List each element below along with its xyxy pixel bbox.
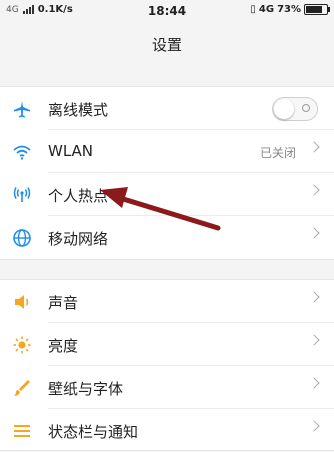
airplane-mode-label: 离线模式 (48, 101, 109, 119)
wallpaper-font-label: 壁纸与字体 (48, 380, 124, 398)
battery-percent: 73% (277, 4, 301, 15)
hotspot-icon (13, 187, 31, 202)
sound-label: 声音 (48, 294, 79, 312)
chevron-right-icon (308, 334, 320, 346)
toggle-off-indicator (302, 104, 310, 112)
settings-item-brightness[interactable]: 亮度 (0, 323, 334, 366)
globe-icon (13, 229, 31, 247)
airplane-mode-toggle[interactable] (272, 97, 318, 121)
airplane-icon (14, 101, 30, 118)
wifi-icon (13, 145, 31, 160)
chevron-right-icon (308, 291, 320, 303)
speaker-icon (15, 295, 29, 309)
settings-group-display: 声音 亮度 壁纸与字体 状态栏与通知 (0, 279, 334, 451)
statusbar-notifications-label: 状态栏与通知 (48, 423, 139, 441)
chevron-right-icon (308, 184, 320, 196)
network-type: 4G (258, 4, 275, 15)
vibrate-icon: ▯ (250, 4, 256, 15)
status-right: ▯ 4G 73% (250, 4, 330, 15)
status-bar: 4G 0.1K/s 18:44 ▯ 4G 73% (0, 0, 334, 22)
settings-item-hotspot[interactable]: 个人热点 (0, 173, 334, 216)
settings-item-wlan[interactable]: WLAN 已关闭 (0, 130, 334, 173)
settings-item-statusbar-notifications[interactable]: 状态栏与通知 (0, 409, 334, 452)
toggle-knob (274, 99, 294, 119)
list-icon (14, 425, 30, 437)
settings-item-mobile-network[interactable]: 移动网络 (0, 216, 334, 259)
battery-icon (304, 4, 330, 15)
brightness-icon (13, 336, 31, 354)
wlan-label: WLAN (48, 142, 94, 160)
page-title: 设置 (0, 22, 334, 68)
chevron-right-icon (308, 141, 320, 153)
settings-item-sound[interactable]: 声音 (0, 280, 334, 323)
wlan-status: 已关闭 (259, 146, 296, 160)
brightness-label: 亮度 (48, 337, 79, 355)
settings-group-network: 离线模式 WLAN 已关闭 个人热点 移动网络 (0, 86, 334, 260)
brush-icon (14, 380, 30, 396)
chevron-right-icon (308, 420, 320, 432)
hotspot-label: 个人热点 (48, 187, 109, 205)
settings-item-airplane-mode[interactable]: 离线模式 (0, 87, 334, 130)
chevron-right-icon (308, 227, 320, 239)
mobile-network-label: 移动网络 (48, 230, 109, 248)
settings-item-wallpaper-font[interactable]: 壁纸与字体 (0, 366, 334, 409)
chevron-right-icon (308, 377, 320, 389)
